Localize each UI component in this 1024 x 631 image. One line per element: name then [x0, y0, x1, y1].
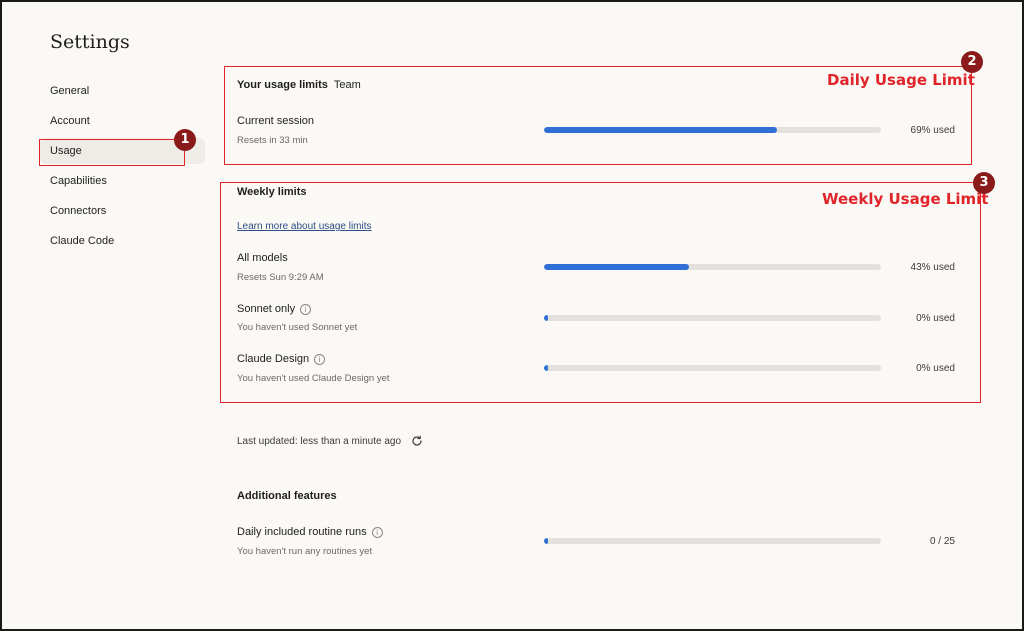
- sonnet-only-bar-fill: [544, 315, 548, 321]
- claude-design-bar: [544, 365, 881, 371]
- nav-item-claude-code[interactable]: Claude Code: [40, 228, 205, 254]
- weekly-limits-title: Weekly limits: [237, 186, 307, 198]
- annotation-label-daily: Daily Usage Limit: [827, 71, 975, 89]
- routine-runs-bar: [544, 538, 881, 544]
- nav-item-connectors[interactable]: Connectors: [40, 198, 205, 224]
- routine-runs-row: Daily included routine runs i: [237, 526, 383, 538]
- sonnet-only-label: Sonnet only: [237, 303, 296, 315]
- current-session-value: 69% used: [910, 125, 955, 136]
- info-icon[interactable]: i: [300, 304, 312, 315]
- page-title: Settings: [50, 31, 130, 53]
- current-session-bar: [544, 127, 881, 133]
- learn-more-link[interactable]: Learn more about usage limits: [237, 221, 372, 232]
- refresh-icon[interactable]: [410, 434, 424, 448]
- usage-limits-title: Your usage limits: [237, 79, 328, 91]
- claude-design-bar-fill: [544, 365, 548, 371]
- plan-tag: Team: [333, 79, 361, 91]
- additional-features-title: Additional features: [237, 490, 337, 502]
- claude-design-label: Claude Design: [237, 353, 310, 365]
- all-models-bar-fill: [544, 264, 689, 270]
- sonnet-only-row: Sonnet only i: [237, 303, 312, 315]
- info-icon[interactable]: i: [371, 527, 383, 538]
- all-models-reset: Resets Sun 9:29 AM: [237, 272, 324, 283]
- annotation-badge-3: 3: [973, 172, 995, 194]
- annotation-label-weekly: Weekly Usage Limit: [822, 190, 989, 208]
- routine-runs-bar-fill: [544, 538, 548, 544]
- all-models-label: All models: [237, 252, 288, 264]
- current-session-label: Current session: [237, 115, 315, 127]
- routine-runs-status: You haven't run any routines yet: [237, 546, 373, 557]
- info-icon[interactable]: i: [314, 354, 326, 365]
- routine-runs-label: Daily included routine runs: [237, 526, 367, 538]
- usage-limits-heading: Your usage limits Team: [237, 79, 361, 91]
- claude-design-status: You haven't used Claude Design yet: [237, 373, 390, 384]
- last-updated-text: Last updated: less than a minute ago: [237, 436, 402, 447]
- claude-design-row: Claude Design i: [237, 353, 326, 365]
- current-session-bar-fill: [544, 127, 777, 133]
- routine-runs-value: 0 / 25: [929, 536, 955, 547]
- claude-design-value: 0% used: [916, 363, 955, 374]
- nav-item-capabilities[interactable]: Capabilities: [40, 168, 205, 194]
- sonnet-only-value: 0% used: [916, 313, 955, 324]
- sonnet-only-bar: [544, 315, 881, 321]
- all-models-value: 43% used: [910, 262, 955, 273]
- annotation-badge-1: 1: [174, 129, 196, 151]
- annotation-badge-2: 2: [961, 51, 983, 73]
- nav-item-general[interactable]: General: [40, 78, 205, 104]
- sonnet-only-status: You haven't used Sonnet yet: [237, 322, 358, 333]
- current-session-reset: Resets in 33 min: [237, 135, 308, 146]
- settings-nav: General Account Usage Capabilities Conne…: [40, 78, 205, 258]
- all-models-bar: [544, 264, 881, 270]
